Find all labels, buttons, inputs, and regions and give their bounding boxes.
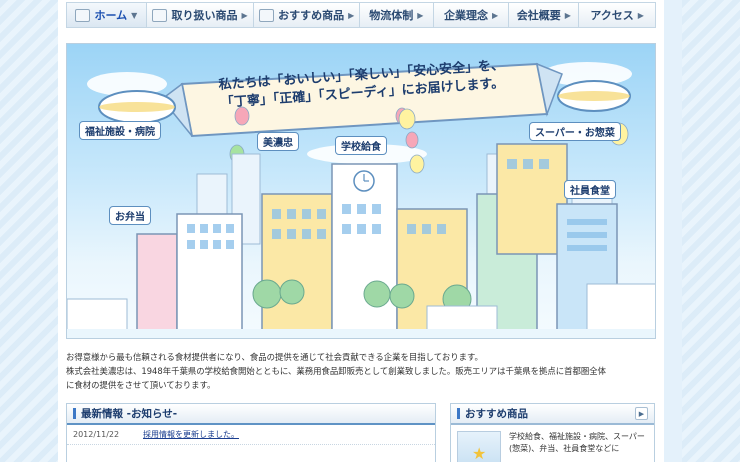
right-background bbox=[682, 0, 740, 462]
recommended-text: 学校給食、福祉施設・病院、スーパー(惣菜)、弁当、社員食堂などに bbox=[509, 432, 645, 453]
news-link[interactable]: 採用情報を更新しました。 bbox=[143, 429, 239, 440]
chevron-down-icon: ▼ bbox=[131, 10, 138, 20]
news-title: 最新情報 -お知らせ- bbox=[81, 408, 178, 420]
recommended-title: おすすめ商品 bbox=[465, 408, 528, 420]
nav-home-label: ホーム bbox=[94, 9, 128, 22]
nav-recommended[interactable]: おすすめ商品 ▶ bbox=[254, 3, 360, 27]
book-icon bbox=[152, 8, 168, 22]
nav-access[interactable]: アクセス ▶ bbox=[579, 3, 655, 27]
chevron-right-icon: ▶ bbox=[492, 10, 499, 20]
left-background bbox=[0, 0, 58, 462]
nav-recommended-label: おすすめ商品 bbox=[278, 9, 345, 22]
chevron-right-icon: ▶ bbox=[637, 10, 644, 20]
nav-access-label: アクセス bbox=[590, 9, 634, 22]
list-item: 2012/11/22 採用情報を更新しました。 bbox=[67, 425, 435, 445]
intro-line-2: 株式会社美濃忠は、1948年千葉県の学校給食開始とともに、業務用食品卸販売として… bbox=[66, 366, 607, 376]
house-icon bbox=[75, 8, 91, 22]
label-bento: お弁当 bbox=[109, 206, 151, 225]
nav-logistics[interactable]: 物流体制 ▶ bbox=[360, 3, 434, 27]
label-cafeteria: 社員食堂 bbox=[564, 180, 616, 199]
chevron-right-icon: ▶ bbox=[348, 10, 355, 20]
global-nav: ホーム ▼ 取り扱い商品 ▶ おすすめ商品 ▶ 物流体制 ▶ 企業理念 ▶ 会社… bbox=[66, 2, 656, 28]
nav-philosophy-label: 企業理念 bbox=[444, 9, 489, 22]
hero-illustration: 私たちは「おいしい」「楽しい」「安心安全」を、 「丁寧」「正確」「スピーディ」に… bbox=[66, 43, 656, 339]
chevron-right-icon[interactable]: ▶ bbox=[635, 407, 648, 420]
news-date: 2012/11/22 bbox=[73, 430, 120, 439]
nav-company-label: 会社概要 bbox=[516, 9, 561, 22]
heading-bar-icon bbox=[73, 408, 76, 419]
nav-products[interactable]: 取り扱い商品 ▶ bbox=[147, 3, 255, 27]
intro-line-1: お得意様から最も信頼される食材提供者になり、食品の提供を通じて社会貢献できる企業… bbox=[66, 352, 483, 362]
chevron-right-icon: ▶ bbox=[417, 10, 424, 20]
recommended-header: おすすめ商品 ▶ bbox=[451, 404, 654, 425]
label-super: スーパー・お惣菜 bbox=[529, 122, 621, 141]
news-box: 最新情報 -お知らせ- 2012/11/22 採用情報を更新しました。 bbox=[66, 403, 436, 462]
page-container: ホーム ▼ 取り扱い商品 ▶ おすすめ商品 ▶ 物流体制 ▶ 企業理念 ▶ 会社… bbox=[58, 0, 664, 462]
nav-logistics-label: 物流体制 bbox=[369, 9, 414, 22]
label-welfare: 福祉施設・病院 bbox=[79, 121, 161, 140]
intro-text: お得意様から最も信頼される食材提供者になり、食品の提供を通じて社会貢献できる企業… bbox=[66, 350, 658, 392]
news-header: 最新情報 -お知らせ- bbox=[67, 404, 435, 425]
label-minoh: 美濃忠 bbox=[257, 132, 299, 151]
heading-bar-icon bbox=[457, 408, 460, 419]
recommended-thumbnail[interactable] bbox=[457, 431, 501, 462]
nav-company[interactable]: 会社概要 ▶ bbox=[509, 3, 580, 27]
nav-products-label: 取り扱い商品 bbox=[171, 9, 238, 22]
chevron-right-icon: ▶ bbox=[241, 10, 248, 20]
intro-line-3: に食材の提供をさせて頂いております。 bbox=[66, 380, 216, 390]
nav-home[interactable]: ホーム ▼ bbox=[67, 3, 147, 27]
nav-philosophy[interactable]: 企業理念 ▶ bbox=[434, 3, 510, 27]
label-school: 学校給食 bbox=[335, 136, 387, 155]
star-icon bbox=[259, 8, 275, 22]
recommended-body: 学校給食、福祉施設・病院、スーパー(惣菜)、弁当、社員食堂などに bbox=[451, 425, 654, 462]
chevron-right-icon: ▶ bbox=[564, 10, 571, 20]
recommended-box: おすすめ商品 ▶ 学校給食、福祉施設・病院、スーパー(惣菜)、弁当、社員食堂など… bbox=[450, 403, 655, 462]
